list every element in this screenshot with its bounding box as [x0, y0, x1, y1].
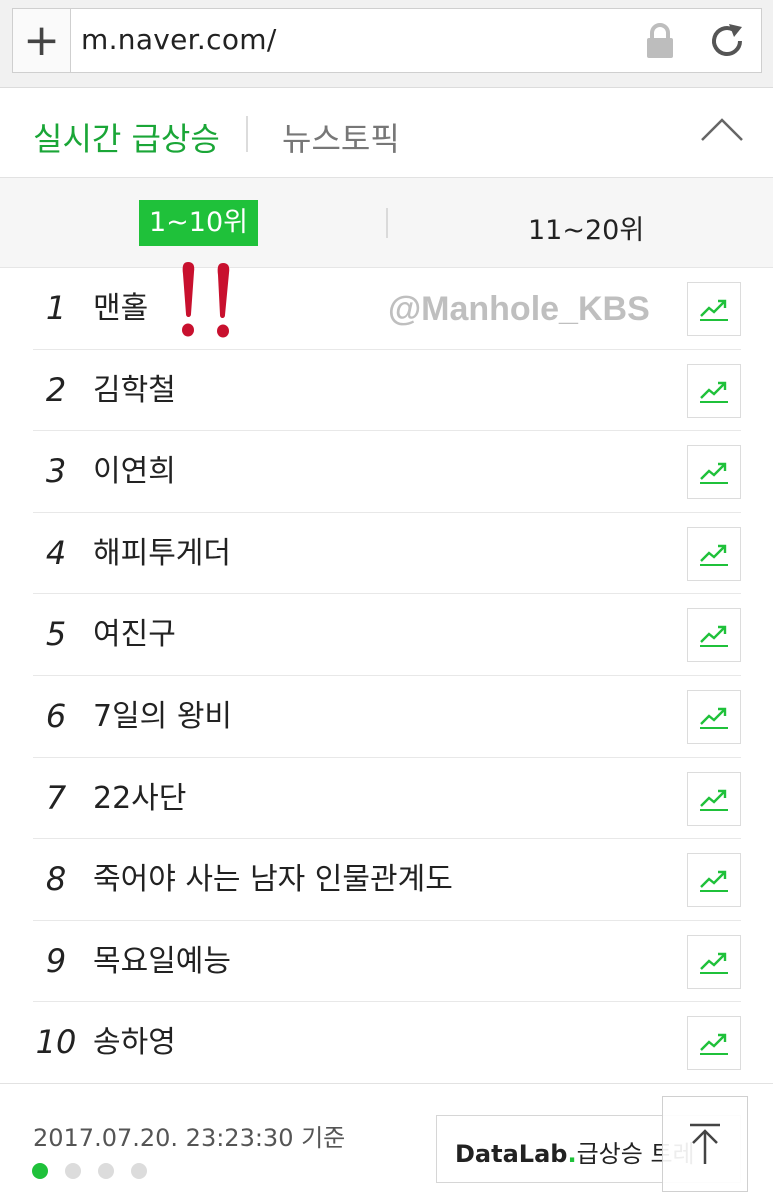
range-1-10-button[interactable]: 1~10위	[139, 200, 258, 246]
chevron-up-icon[interactable]	[700, 116, 744, 142]
new-tab-button[interactable]: +	[12, 8, 70, 73]
page-dot[interactable]	[32, 1163, 48, 1179]
rank-keyword[interactable]: 송하영	[93, 1002, 176, 1083]
rank-number: 10	[35, 1023, 77, 1062]
rank-range-selector: 1~10위 11~20위	[0, 178, 773, 268]
trend-chart-icon	[700, 544, 728, 566]
rank-number: 7	[45, 778, 67, 817]
ranking-row[interactable]: 10 송하영	[33, 1002, 741, 1084]
page-dot[interactable]	[65, 1163, 81, 1179]
rank-number: 9	[45, 941, 67, 980]
ranking-row[interactable]: 9 목요일예능	[33, 921, 741, 1003]
trend-chart-icon	[700, 462, 728, 485]
trend-chart-icon	[700, 707, 728, 729]
range-11-20-button[interactable]: 11~20위	[528, 208, 644, 247]
trend-chart-button[interactable]	[687, 771, 741, 826]
page-dot[interactable]	[98, 1163, 114, 1179]
rank-keyword[interactable]: 목요일예능	[93, 921, 231, 1002]
datalab-label: DataLab.급상승 트레	[455, 1134, 695, 1169]
rank-number: 2	[45, 370, 67, 409]
rank-keyword[interactable]: 22사단	[93, 758, 186, 839]
rank-number: 6	[45, 696, 67, 735]
trend-chart-icon	[700, 626, 728, 648]
ranking-row[interactable]: 3 이연희	[33, 431, 741, 513]
trend-chart-icon	[700, 870, 728, 893]
exclamation-marks-annotation	[182, 262, 230, 338]
url-text: m.naver.com/	[81, 23, 277, 56]
ranking-row[interactable]: 5 여진구	[33, 594, 741, 676]
trend-chart-icon	[700, 381, 728, 403]
rank-keyword[interactable]: 해피투게더	[93, 513, 231, 594]
trend-chart-button[interactable]	[687, 608, 741, 663]
trend-chart-button[interactable]	[687, 689, 741, 744]
datalab-dot: .	[567, 1140, 577, 1168]
trend-chart-button[interactable]	[687, 363, 741, 418]
tab-realtime[interactable]: 실시간 급상승	[33, 114, 220, 160]
plus-icon: +	[23, 14, 60, 66]
trend-chart-icon	[700, 789, 728, 811]
ranking-row[interactable]: 4 해피투게더	[33, 513, 741, 595]
rank-number: 5	[45, 615, 67, 654]
ranking-list: 1 맨홀 2 김학철 3 이연희 4 해피투게더 5 여진구 6 7일의 왕비 7 22사단 8 죽어야 사는…	[33, 268, 741, 1084]
lock-icon	[647, 23, 673, 58]
update-timestamp: 2017.07.20. 23:23:30 기준	[33, 1124, 346, 1152]
tab-divider	[246, 116, 248, 152]
rank-keyword[interactable]: 맨홀	[93, 268, 148, 349]
rank-keyword[interactable]: 죽어야 사는 남자 인물관계도	[93, 839, 453, 920]
rank-keyword[interactable]: 이연희	[93, 431, 176, 512]
ranking-row[interactable]: 8 죽어야 사는 남자 인물관계도	[33, 839, 741, 921]
trend-chart-icon	[700, 952, 728, 974]
rank-number: 4	[45, 533, 67, 572]
rank-keyword[interactable]: 여진구	[93, 594, 176, 675]
ranking-row[interactable]: 7 22사단	[33, 758, 741, 840]
rank-number: 8	[45, 860, 67, 899]
trend-chart-button[interactable]	[687, 853, 741, 908]
rank-number: 1	[45, 289, 67, 327]
arrow-up-icon	[690, 1123, 720, 1164]
keyword-tabs: 실시간 급상승 뉴스토픽	[0, 88, 773, 178]
reload-icon[interactable]	[707, 21, 747, 61]
trend-chart-button[interactable]	[687, 282, 741, 336]
page-dot[interactable]	[131, 1163, 147, 1179]
trend-chart-icon	[700, 299, 728, 321]
datalab-brand: DataLab	[455, 1140, 568, 1168]
tab-news-topic[interactable]: 뉴스토픽	[282, 114, 400, 160]
rank-number: 3	[45, 452, 67, 491]
rank-keyword[interactable]: 김학철	[93, 350, 176, 431]
trend-chart-icon	[700, 1034, 728, 1056]
trend-chart-button[interactable]	[687, 934, 741, 989]
rank-keyword[interactable]: 7일의 왕비	[93, 676, 232, 757]
divider	[0, 1083, 773, 1084]
trend-chart-button[interactable]	[687, 445, 741, 500]
ranking-row[interactable]: 2 김학철	[33, 350, 741, 432]
scroll-to-top-button[interactable]	[662, 1096, 748, 1192]
ranking-row[interactable]: 6 7일의 왕비	[33, 676, 741, 758]
watermark-text: @Manhole_KBS	[388, 290, 650, 328]
page-indicator	[32, 1163, 147, 1179]
range-divider	[386, 208, 388, 238]
trend-chart-button[interactable]	[687, 1016, 741, 1071]
address-bar[interactable]: m.naver.com/	[70, 8, 762, 73]
browser-toolbar: + m.naver.com/	[0, 0, 773, 88]
trend-chart-button[interactable]	[687, 526, 741, 581]
